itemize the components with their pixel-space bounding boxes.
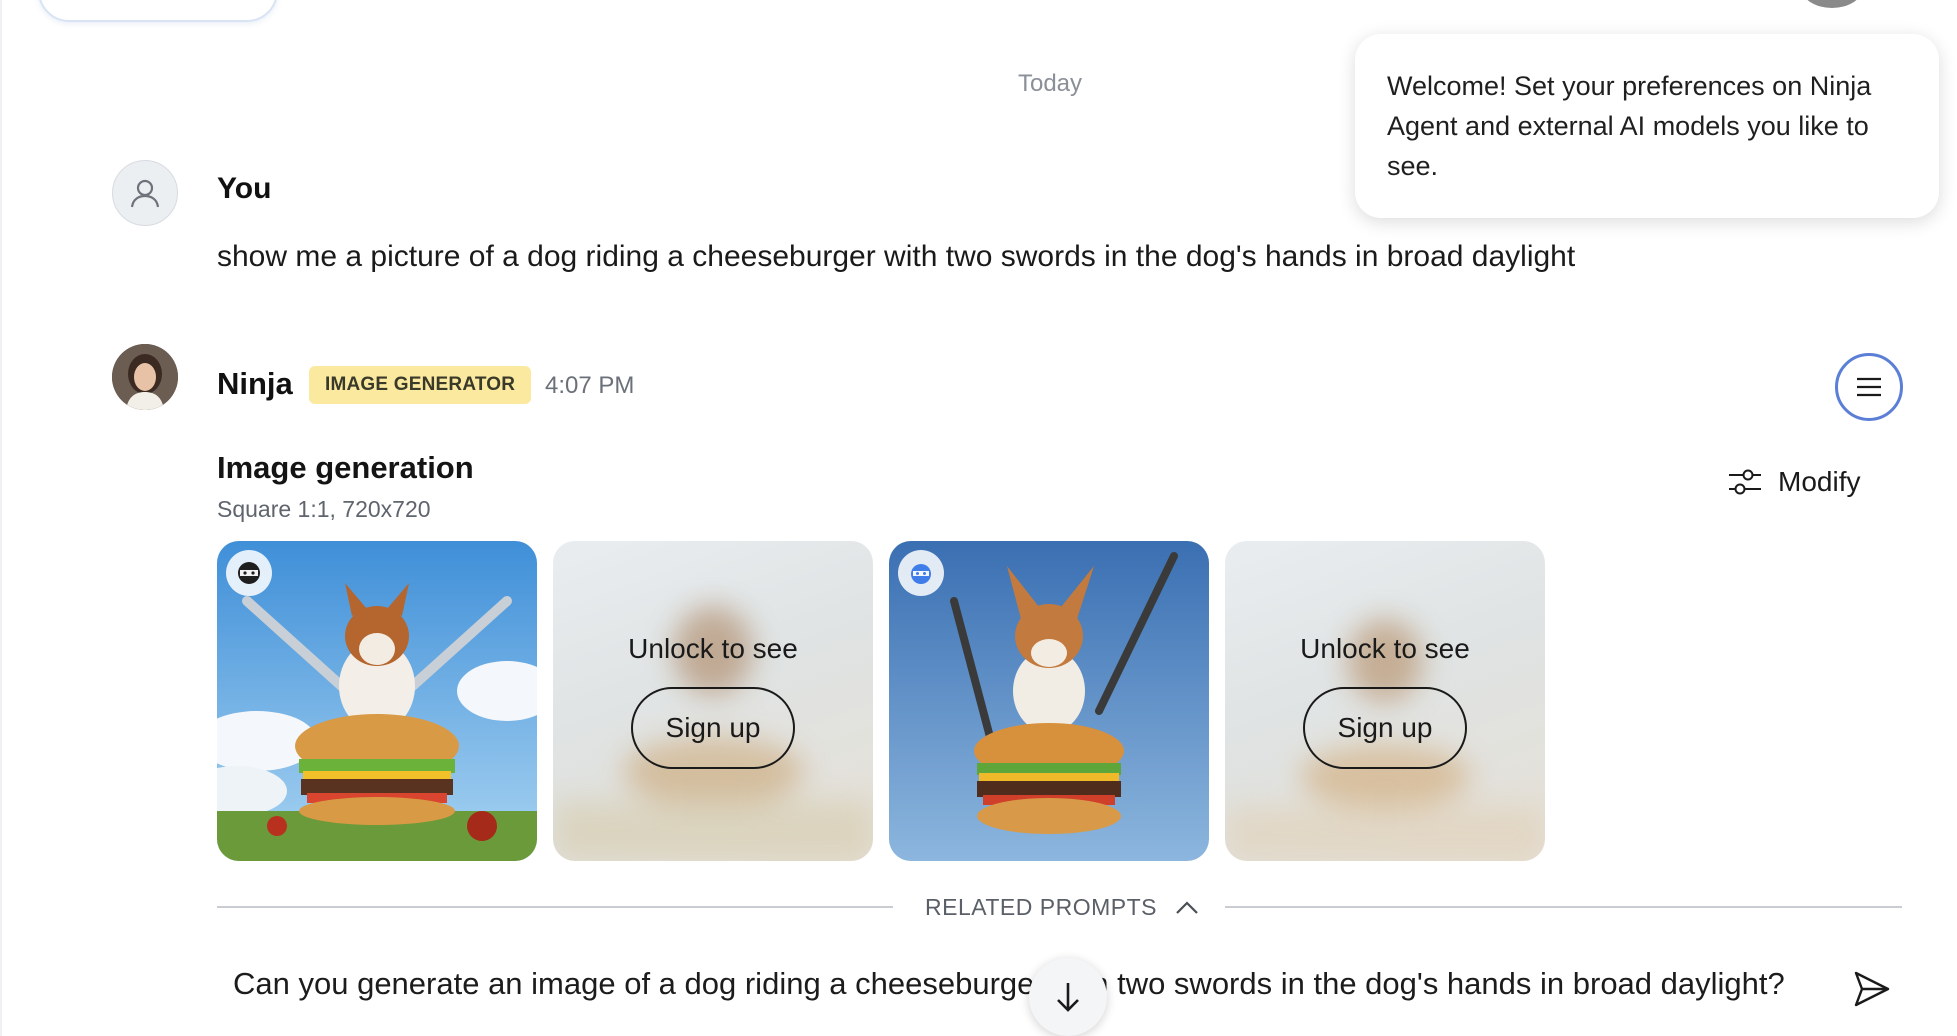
chevron-up-icon [1176,900,1198,914]
message-timestamp: 4:07 PM [545,372,635,399]
left-border [0,0,2,1036]
send-icon [1854,971,1890,1007]
modify-label: Modify [1778,466,1861,497]
send-prompt-button[interactable] [1850,967,1894,1011]
generated-image-3[interactable] [889,541,1209,861]
sign-up-button[interactable]: Sign up [631,687,795,769]
user-message-text: show me a picture of a dog riding a chee… [217,240,1576,273]
account-avatar[interactable] [1802,0,1862,8]
divider-left [217,906,893,908]
image-generation-title: Image generation [217,450,474,485]
scroll-down-button[interactable] [1029,958,1107,1036]
ninja-author-name: Ninja [217,366,293,401]
image-generation-subtitle: Square 1:1, 720x720 [217,496,431,522]
generated-image-1[interactable] [217,541,537,861]
message-menu-button[interactable] [1835,353,1903,421]
sign-up-button[interactable]: Sign up [1303,687,1467,769]
top-pill-button[interactable] [38,0,278,22]
user-author-name: You [217,172,272,205]
sliders-icon [1729,469,1761,495]
related-prompts-toggle[interactable]: RELATED PROMPTS [925,894,1199,921]
arrow-down-icon [1057,983,1079,1012]
related-prompts-label: RELATED PROMPTS [925,894,1157,920]
user-icon [130,179,160,208]
welcome-tooltip: Welcome! Set your preferences on Ninja A… [1355,34,1939,218]
external-model-icon [898,550,944,596]
user-avatar [112,160,178,226]
ninja-avatar [112,344,178,410]
locked-image-2: Unlock to see Sign up [553,541,873,861]
modify-button[interactable]: Modify [1728,466,1860,498]
ninja-model-icon [226,550,272,596]
unlock-text: Unlock to see [1300,633,1470,664]
date-separator: Today [1017,70,1083,97]
divider-right [1225,906,1902,908]
related-prompt-item[interactable]: Can you generate an image of a dog ridin… [233,966,1785,1002]
unlock-text: Unlock to see [628,633,798,664]
image-generator-badge: IMAGE GENERATOR [309,366,532,404]
locked-image-4: Unlock to see Sign up [1225,541,1545,861]
hamburger-menu-icon [1857,377,1881,397]
